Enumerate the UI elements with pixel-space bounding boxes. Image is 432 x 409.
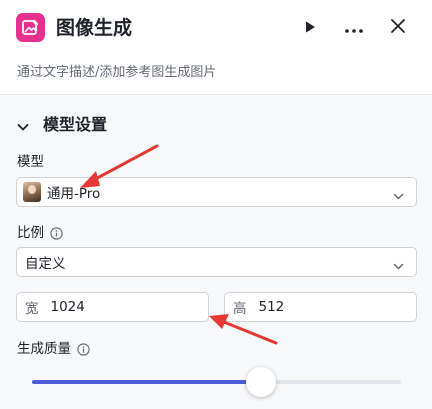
- section-title: 模型设置: [43, 115, 108, 134]
- width-prefix: 宽: [25, 301, 39, 317]
- info-icon[interactable]: [77, 342, 90, 356]
- model-select[interactable]: 通用-Pro: [16, 177, 417, 207]
- info-icon[interactable]: [50, 226, 63, 240]
- ratio-label: 比例: [17, 224, 63, 242]
- play-icon: [303, 19, 317, 38]
- more-options-button[interactable]: [342, 16, 366, 40]
- panel-header: 图像生成: [0, 0, 432, 56]
- quality-slider-handle[interactable]: [245, 367, 276, 397]
- height-value: 512: [258, 299, 285, 315]
- page-title: 图像生成: [56, 17, 133, 39]
- width-value: 1024: [50, 299, 85, 315]
- close-button[interactable]: [386, 16, 410, 40]
- quality-label: 生成质量: [17, 340, 90, 358]
- image-edit-icon: [16, 13, 45, 42]
- close-icon: [390, 18, 406, 38]
- height-prefix: 高: [233, 301, 247, 317]
- ratio-select[interactable]: 自定义: [16, 247, 417, 277]
- chevron-down-icon: [393, 187, 404, 200]
- quality-slider-fill: [32, 380, 261, 384]
- model-label-text: 模型: [17, 154, 44, 170]
- ratio-value: 自定义: [25, 256, 66, 272]
- page-subtitle: 通过文字描述/添加参考图生成图片: [17, 65, 217, 80]
- chevron-down-icon: [16, 118, 30, 132]
- quality-label-text: 生成质量: [17, 341, 71, 357]
- more-icon: [344, 19, 364, 38]
- section-toggle-model-settings[interactable]: 模型设置: [16, 114, 107, 136]
- run-button[interactable]: [298, 16, 322, 40]
- chevron-down-icon: [393, 257, 404, 270]
- model-label: 模型: [17, 153, 44, 171]
- height-input[interactable]: 高 512: [224, 292, 417, 322]
- quality-slider[interactable]: [32, 380, 401, 384]
- model-value: 通用-Pro: [47, 186, 101, 202]
- width-input[interactable]: 宽 1024: [16, 292, 209, 322]
- model-avatar: [23, 182, 41, 202]
- ratio-label-text: 比例: [17, 225, 44, 241]
